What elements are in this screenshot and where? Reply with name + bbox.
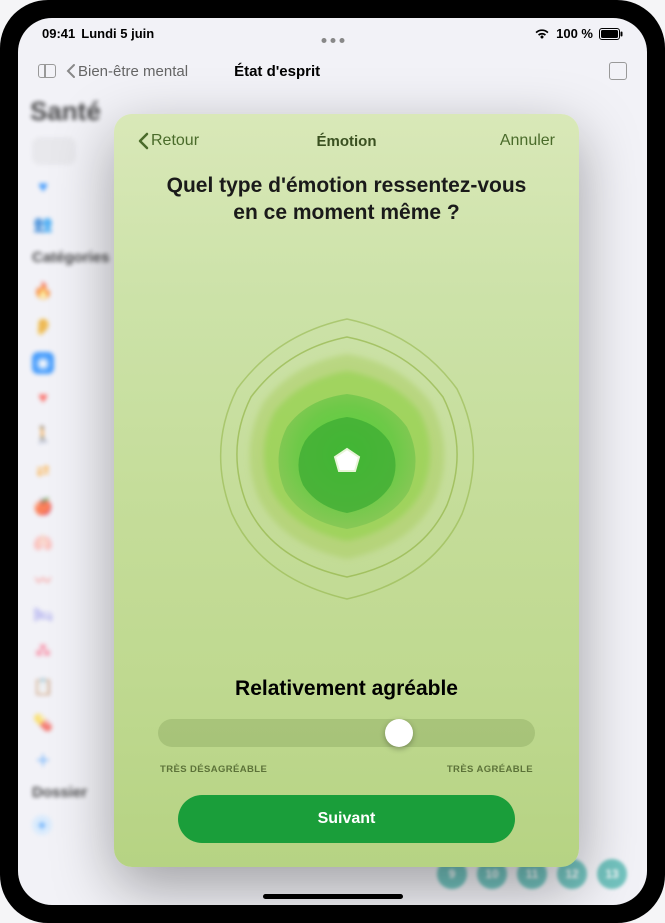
sidebar-item-movement[interactable]: ⇄ xyxy=(32,460,76,482)
sidebar-item-other[interactable]: ＋ xyxy=(32,748,76,770)
bg-back-label: Bien-être mental xyxy=(78,63,188,80)
sidebar-item-respiratory[interactable]: 🫁 xyxy=(32,532,76,554)
ipad-frame: 09:41 Lundi 5 juin 100 % Bien-être m xyxy=(0,0,665,923)
sidebar-item-vitals[interactable]: 〰 xyxy=(32,568,76,590)
chevron-left-icon xyxy=(138,132,149,150)
slider-max-label: TRÈS AGRÉABLE xyxy=(447,764,533,775)
sidebar-item-symptoms[interactable]: ⁂ xyxy=(32,640,76,662)
person-icon: 🚶 xyxy=(32,424,54,446)
sidebar-item-heart[interactable]: ♥ xyxy=(32,388,76,410)
status-date: Lundi 5 juin xyxy=(81,26,154,41)
categories-heading: Catégories xyxy=(32,249,76,266)
day-bubble[interactable]: 13 xyxy=(597,859,627,889)
emotion-modal: Retour Émotion Annuler Quel type d'émoti… xyxy=(114,114,579,867)
background-nav: Bien-être mental État d'esprit xyxy=(18,54,647,88)
sidebar-item-sleep[interactable]: 🛏 xyxy=(32,604,76,626)
sidebar-item-mental[interactable]: ◉ xyxy=(32,352,76,374)
modal-header: Retour Émotion Annuler xyxy=(138,132,555,150)
sidebar-item-records[interactable]: 📋 xyxy=(32,676,76,698)
emotion-visual xyxy=(138,251,555,667)
people-icon: 👥 xyxy=(32,213,54,235)
sidebar-item-sharing[interactable]: 👥 xyxy=(32,213,76,235)
plus-icon: ＋ xyxy=(32,748,54,770)
battery-icon xyxy=(599,28,623,40)
next-button[interactable]: Suivant xyxy=(178,795,515,843)
symptoms-icon: ⁂ xyxy=(32,640,54,662)
pill-icon: 💊 xyxy=(32,712,54,734)
bg-back-button[interactable]: Bien-être mental xyxy=(66,63,188,80)
arrows-icon: ⇄ xyxy=(32,460,54,482)
slider-min-label: TRÈS DÉSAGRÉABLE xyxy=(160,764,267,775)
question-text: Quel type d'émotion ressentez-vous en ce… xyxy=(138,172,555,227)
cancel-button[interactable]: Annuler xyxy=(500,132,555,150)
screen: 09:41 Lundi 5 juin 100 % Bien-être m xyxy=(18,18,647,905)
modal-title: Émotion xyxy=(317,133,377,150)
dossier-heading: Dossier xyxy=(32,784,76,801)
bg-nav-title: État d'esprit xyxy=(234,63,320,80)
sidebar-item-medications[interactable]: 💊 xyxy=(32,712,76,734)
slider-container xyxy=(158,719,535,752)
sidebar-item-mobility[interactable]: 🚶 xyxy=(32,424,76,446)
flame-icon: 🔥 xyxy=(32,280,54,302)
sidebar-item-activity[interactable]: 🔥 xyxy=(32,280,76,302)
heart-icon: ♥ xyxy=(32,388,54,410)
slider-labels: TRÈS DÉSAGRÉABLE TRÈS AGRÉABLE xyxy=(160,764,533,775)
emotion-slider[interactable] xyxy=(158,719,535,747)
add-circle-icon: + xyxy=(32,815,52,835)
sidebar-item-nutrition[interactable]: 🍎 xyxy=(32,496,76,518)
brain-icon: ◉ xyxy=(32,352,54,374)
status-time: 09:41 xyxy=(42,26,75,41)
multitask-dots[interactable] xyxy=(321,38,344,43)
sidebar-toggle-icon[interactable] xyxy=(38,64,56,78)
heart-icon: ♥ xyxy=(32,177,54,199)
back-button[interactable]: Retour xyxy=(138,132,199,150)
ecg-icon: 〰 xyxy=(32,568,54,590)
emotion-flower-icon xyxy=(187,299,507,619)
home-indicator[interactable] xyxy=(263,894,403,899)
bed-icon: 🛏 xyxy=(32,604,54,626)
sidebar-item-add[interactable]: + xyxy=(32,815,76,835)
ear-icon: 👂 xyxy=(32,316,54,338)
emotion-label: Relativement agréable xyxy=(138,677,555,701)
back-label: Retour xyxy=(151,132,199,150)
sidebar-item-hearing[interactable]: 👂 xyxy=(32,316,76,338)
app-title: Santé xyxy=(30,96,76,127)
sidebar: Santé ♥ 👥 Catégories 🔥 👂 ◉ ♥ 🚶 ⇄ 🍎 🫁 〰 🛏… xyxy=(18,88,90,905)
calendar-icon[interactable] xyxy=(609,62,627,80)
apple-icon: 🍎 xyxy=(32,496,54,518)
battery-percent: 100 % xyxy=(556,26,593,41)
clipboard-icon: 📋 xyxy=(32,676,54,698)
sidebar-item-summary[interactable]: ♥ xyxy=(32,177,76,199)
lungs-icon: 🫁 xyxy=(32,532,54,554)
wifi-icon xyxy=(534,28,550,40)
search-input[interactable] xyxy=(32,137,76,165)
